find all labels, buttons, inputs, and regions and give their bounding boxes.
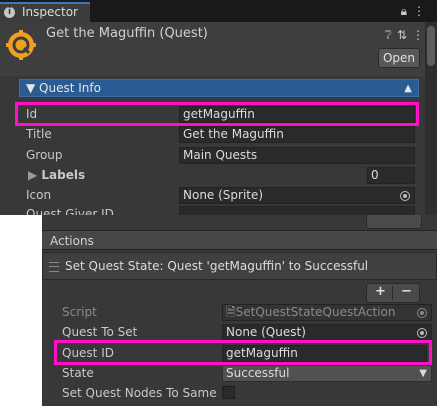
menu-icon[interactable]: ⋮ [413,4,431,18]
state-label: State [62,366,94,380]
quest-id-field[interactable]: getMaguffin [222,345,427,362]
action-item-label: Set Quest State: Quest 'getMaguffin' to … [65,259,369,273]
drag-handle-icon[interactable] [49,262,59,272]
group-label: Group [26,148,63,162]
quest-info-label: ▼ Quest Info [26,81,101,95]
title-field[interactable]: Get the Maguffin [179,126,415,143]
help-icon[interactable]: ❔︎ [385,28,397,42]
set-nodes-checkbox[interactable] [222,386,235,399]
quest-to-set-value: None (Quest) [226,325,306,339]
tab-label: Inspector [22,5,78,19]
header-icons: ❔︎⇅⋮ [385,28,429,43]
quest-to-set-field[interactable]: None (Quest) [222,324,432,341]
script-file-icon: 🗎︎ [226,305,236,319]
scrollbar-thumb[interactable] [427,26,435,66]
icon-label: Icon [26,188,52,202]
plus-minus-group: + − [366,283,420,303]
group-field[interactable]: Main Quests [179,147,415,164]
script-label: Script [62,305,97,319]
id-field[interactable]: getMaguffin [179,106,415,123]
labels-count-field[interactable]: 0 [367,167,415,184]
quest-info-foldout[interactable]: ▼ Quest Info ▲ [19,79,419,97]
dropdown-arrow-icon: ▼ [419,368,427,379]
add-action-button[interactable]: + [375,284,386,300]
top-plus-minus-button[interactable] [366,215,422,229]
icon-field-value: None (Sprite) [183,188,264,202]
separator [392,286,393,300]
tab-bar: i Inspector 🔒︎⋮ [0,0,437,22]
tabbar-controls: 🔒︎⋮ [401,4,431,19]
object-picker-icon[interactable] [417,328,427,338]
script-field: 🗎︎SetQuestStateQuestAction [222,304,432,321]
preset-icon[interactable]: ⇅ [397,28,412,42]
lock-icon[interactable]: 🔒︎ [401,4,413,18]
dropdown-arrow-icon: ▲ [404,83,412,94]
action-list-item[interactable]: Set Quest State: Quest 'getMaguffin' to … [42,252,437,280]
icon-field[interactable]: None (Sprite) [179,187,415,204]
info-icon: i [4,7,15,18]
title-label: Title [26,127,52,141]
set-nodes-label: Set Quest Nodes To Same [62,386,217,400]
object-picker-icon [417,308,427,318]
open-button[interactable]: Open [378,48,420,68]
actions-panel: Actions Set Quest State: Quest 'getMaguf… [42,215,437,406]
state-dropdown[interactable]: Successful ▼ [222,365,432,382]
state-value: Successful [226,366,290,380]
actions-header: Actions [42,230,437,250]
quest-to-set-label: Quest To Set [62,325,138,339]
foldout-arrow-icon: ▶ [28,168,42,182]
remove-action-button[interactable]: − [401,284,412,300]
quest-id-label: Quest ID [62,346,114,360]
object-picker-icon[interactable] [400,191,410,201]
quest-giver-field[interactable] [179,206,415,215]
id-label: Id [26,107,38,121]
script-field-value: SetQuestStateQuestAction [235,305,396,319]
labels-label: Labels [41,168,86,182]
drag-handle-line [49,266,59,267]
page-title: Get the Maguffin (Quest) [46,26,208,41]
quest-giver-label: Quest Giver ID [26,207,114,215]
labels-foldout[interactable]: ▶ Labels [28,168,85,182]
inspector-header: Get the Maguffin (Quest) ❔︎⇅⋮ Open [0,22,437,76]
quest-logo-icon [6,30,36,60]
tab-inspector[interactable]: i Inspector [0,2,90,22]
inspector-panel: i Inspector 🔒︎⋮ Get the Maguffin (Quest)… [0,0,437,215]
